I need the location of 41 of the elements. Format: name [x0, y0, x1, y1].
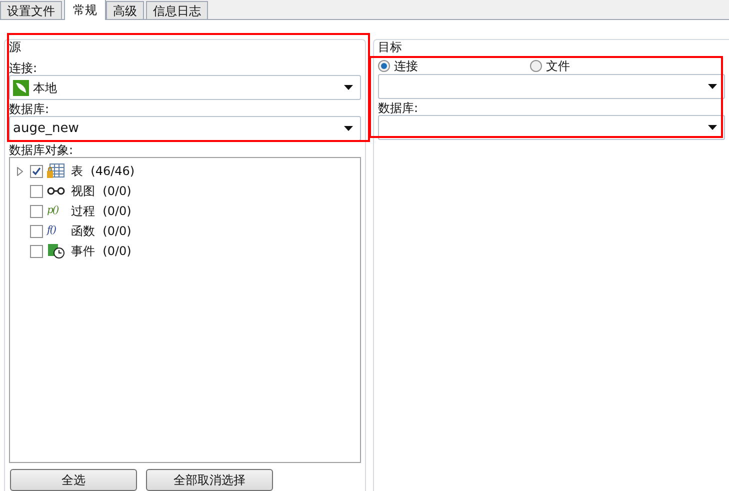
database-dropdown[interactable] — [378, 115, 725, 140]
dropdown-caret-icon — [708, 125, 717, 130]
tab[interactable]: 常规 — [64, 0, 106, 20]
dropdown-caret-icon — [344, 85, 353, 90]
radio-button[interactable] — [530, 60, 542, 72]
tree-item-label[interactable]: 函数 (0/0) — [71, 222, 132, 240]
tree-item-label[interactable]: 过程 (0/0) — [71, 202, 132, 220]
database-dropdown[interactable]: auge_new — [9, 116, 361, 141]
radio-button[interactable] — [378, 60, 390, 72]
checkbox[interactable] — [30, 184, 43, 198]
field-label: 数据库: — [378, 101, 420, 115]
table-grid-icon — [47, 163, 65, 179]
dropdown-value: 本地 — [33, 80, 57, 96]
tree-item-label[interactable]: 事件 (0/0) — [71, 242, 132, 260]
function-icon: f() — [47, 226, 65, 236]
radio-label[interactable]: 文件 — [546, 59, 570, 73]
field-label: 数据库对象: — [9, 143, 74, 157]
tab[interactable]: 设置文件 — [0, 1, 62, 19]
connection-dropdown[interactable]: 本地 — [9, 75, 361, 100]
dropdown-caret-icon — [344, 126, 353, 131]
field-label: 数据库: — [9, 102, 50, 116]
tree-item-label[interactable]: 视图 (0/0) — [71, 182, 132, 200]
procedure-icon: p() — [47, 206, 65, 216]
glasses-icon — [47, 187, 65, 195]
tree-item-label[interactable]: 表 (46/46) — [71, 162, 135, 180]
clock-icon — [47, 243, 65, 259]
dropdown-caret-icon — [708, 84, 717, 89]
select-button[interactable]: 全部取消选择 — [146, 469, 273, 491]
checkbox[interactable] — [30, 224, 43, 238]
checkbox[interactable] — [30, 244, 43, 258]
tab[interactable]: 高级 — [106, 1, 144, 19]
group-title: 源 — [9, 39, 22, 55]
dropdown-value: auge_new — [13, 120, 79, 138]
tab[interactable]: 信息日志 — [146, 1, 208, 19]
group-title: 目标 — [378, 39, 403, 55]
checkbox[interactable] — [30, 204, 43, 218]
checkbox[interactable] — [30, 164, 43, 178]
expand-triangle-icon[interactable] — [17, 166, 23, 176]
radio-label[interactable]: 连接 — [394, 59, 418, 73]
select-button[interactable]: 全选 — [10, 469, 137, 491]
field-label: 连接: — [9, 61, 38, 75]
